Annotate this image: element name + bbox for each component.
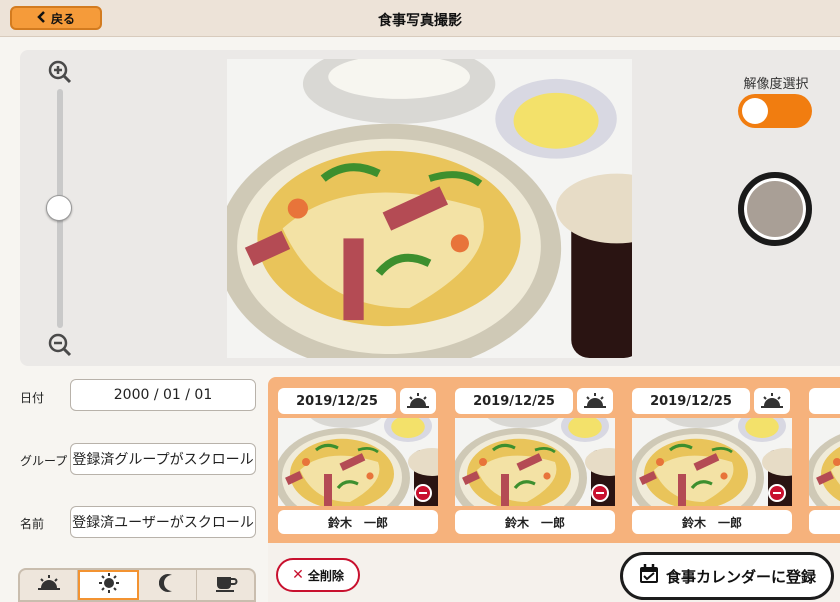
zoom-out-icon[interactable] bbox=[48, 333, 72, 357]
card-date: 2019/12/25 bbox=[278, 388, 396, 414]
card-photo[interactable] bbox=[632, 418, 792, 506]
sunrise-icon bbox=[754, 388, 790, 414]
card-date: 2019/12/25 bbox=[455, 388, 573, 414]
date-label: 日付 bbox=[20, 391, 45, 405]
photo-card: 2019/12/25 鈴木 一郎 bbox=[455, 386, 615, 534]
photo-card: 2019/12/25 鈴木 一郎 bbox=[278, 386, 438, 534]
remove-photo-button[interactable] bbox=[591, 484, 609, 502]
sunrise-icon bbox=[37, 574, 61, 596]
card-photo[interactable] bbox=[278, 418, 438, 506]
card-photo[interactable] bbox=[455, 418, 615, 506]
user-select[interactable]: 登録済ユーザーがスクロール bbox=[70, 506, 256, 538]
close-icon: ✕ bbox=[292, 567, 304, 583]
card-date: 20 bbox=[809, 388, 840, 414]
card-user-name: 鈴木 一郎 bbox=[632, 510, 792, 534]
remove-photo-button[interactable] bbox=[414, 484, 432, 502]
resolution-toggle[interactable] bbox=[738, 94, 812, 128]
sunrise-icon bbox=[400, 388, 436, 414]
card-user-name: 鈴木 一郎 bbox=[455, 510, 615, 534]
photo-card: 2019/12/25 鈴木 一郎 bbox=[632, 386, 792, 534]
group-select[interactable]: 登録済グループがスクロール bbox=[70, 443, 256, 475]
meal-type-tabs bbox=[18, 568, 256, 602]
page-title: 食事写真撮影 bbox=[378, 13, 462, 29]
card-photo[interactable] bbox=[809, 418, 840, 506]
tab-dinner[interactable] bbox=[139, 570, 197, 600]
header-bar: 戻る 食事写真撮影 bbox=[0, 0, 840, 37]
name-label: 名前 bbox=[20, 517, 45, 531]
delete-all-label: 全削除 bbox=[307, 568, 344, 583]
zoom-slider-knob[interactable] bbox=[46, 195, 72, 221]
captured-photos-strip[interactable]: 2019/12/25 鈴木 一郎 2019/12/25 鈴木 一郎 2019/1… bbox=[268, 377, 840, 543]
sun-icon bbox=[98, 572, 120, 598]
shutter-button[interactable] bbox=[738, 172, 812, 246]
card-date: 2019/12/25 bbox=[632, 388, 750, 414]
coffee-cup-icon bbox=[214, 573, 238, 597]
group-label: グループ bbox=[20, 454, 68, 468]
date-field[interactable]: 2000 / 01 / 01 bbox=[70, 379, 256, 411]
sunrise-icon bbox=[577, 388, 613, 414]
calendar-check-icon bbox=[638, 563, 660, 589]
card-user-name bbox=[809, 510, 840, 534]
register-calendar-button[interactable]: 食事カレンダーに登録 bbox=[620, 552, 834, 600]
delete-all-button[interactable]: ✕ 全削除 bbox=[276, 558, 360, 592]
tab-lunch[interactable] bbox=[78, 570, 139, 600]
photo-card: 20 bbox=[809, 386, 840, 534]
register-label: 食事カレンダーに登録 bbox=[665, 567, 816, 586]
zoom-in-icon[interactable] bbox=[48, 60, 72, 84]
resolution-label: 解像度選択 bbox=[743, 77, 809, 92]
resolution-toggle-knob bbox=[742, 98, 768, 124]
tab-snack[interactable] bbox=[197, 570, 254, 600]
remove-photo-button[interactable] bbox=[768, 484, 786, 502]
tab-breakfast[interactable] bbox=[20, 570, 78, 600]
camera-preview-image bbox=[227, 59, 632, 358]
moon-icon bbox=[158, 573, 177, 597]
card-user-name: 鈴木 一郎 bbox=[278, 510, 438, 534]
